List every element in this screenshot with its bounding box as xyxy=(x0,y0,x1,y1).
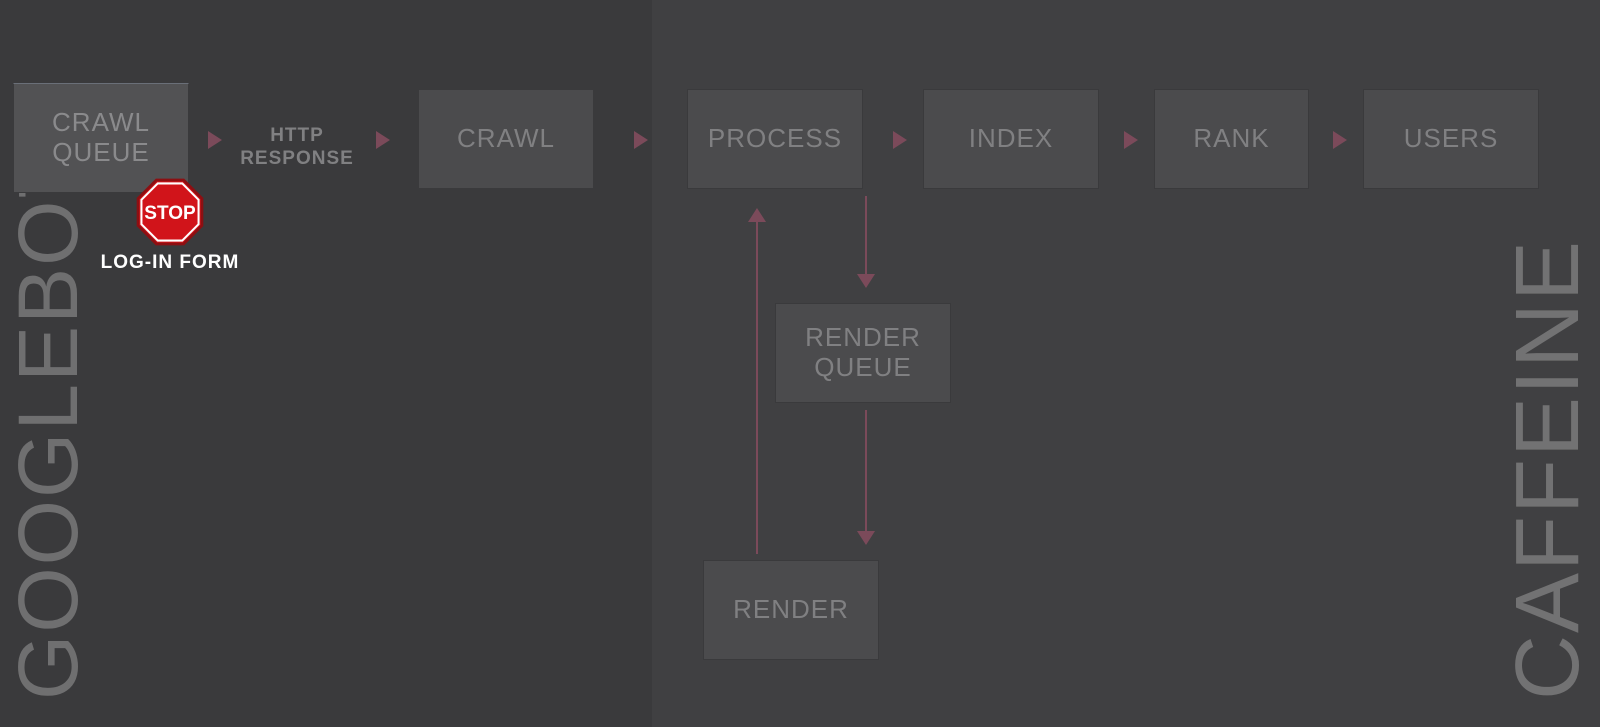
node-index: INDEX xyxy=(923,89,1099,189)
node-label: RENDER QUEUE xyxy=(782,323,944,383)
side-label-caffeine: CAFFEINE xyxy=(1497,230,1600,700)
side-label-googlebot: GOOGLEBOT xyxy=(0,230,97,700)
arrow-icon xyxy=(634,131,648,149)
arrow-icon xyxy=(1124,131,1138,149)
node-label: RENDER xyxy=(733,595,849,625)
arrow-down-icon xyxy=(857,274,875,288)
connector-http-response: HTTP RESPONSE xyxy=(236,125,358,171)
arrow-up-icon xyxy=(748,208,766,222)
node-process: PROCESS xyxy=(687,89,863,189)
node-render-queue: RENDER QUEUE xyxy=(775,303,951,403)
arrow-down-icon xyxy=(857,531,875,545)
stop-caption: LOG-IN FORM xyxy=(70,252,270,275)
arrow-icon xyxy=(1333,131,1347,149)
node-label: CRAWL xyxy=(457,124,555,154)
node-label: RANK xyxy=(1193,124,1269,154)
node-crawl: CRAWL xyxy=(418,89,594,189)
stop-sign-text: STOP xyxy=(144,203,196,224)
stop-block: STOP LOG-IN FORM xyxy=(70,178,270,275)
node-render: RENDER xyxy=(703,560,879,660)
connector-label: HTTP RESPONSE xyxy=(240,125,354,169)
arrow-icon xyxy=(376,131,390,149)
line-process-to-renderqueue xyxy=(865,196,867,276)
node-rank: RANK xyxy=(1154,89,1309,189)
line-render-to-process xyxy=(756,220,758,554)
node-users: USERS xyxy=(1363,89,1539,189)
node-label: INDEX xyxy=(969,124,1053,154)
node-label: CRAWL QUEUE xyxy=(20,108,182,168)
line-renderqueue-to-render xyxy=(865,410,867,533)
arrow-icon xyxy=(208,131,222,149)
arrow-icon xyxy=(893,131,907,149)
node-crawl-queue: CRAWL QUEUE xyxy=(13,83,189,193)
node-label: PROCESS xyxy=(708,124,842,154)
node-label: USERS xyxy=(1404,124,1499,154)
stop-sign-icon: STOP xyxy=(136,178,204,246)
diagram-stage: GOOGLEBOT CAFFEINE CRAWL QUEUE HTTP RESP… xyxy=(0,0,1600,727)
